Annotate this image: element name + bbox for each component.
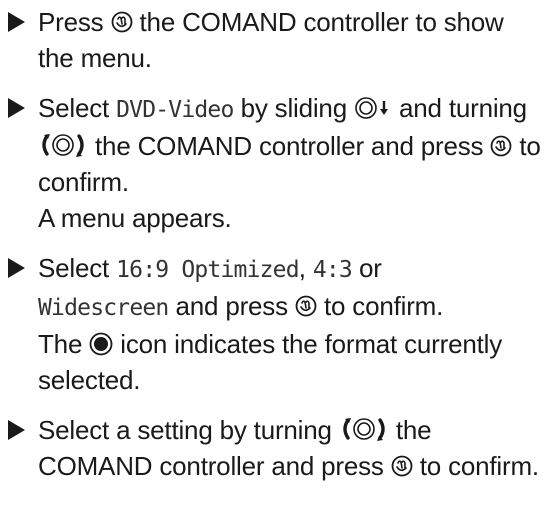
step-3-post: to confirm. (323, 291, 444, 321)
press-controller-icon (391, 454, 413, 478)
radio-selected-icon (89, 332, 113, 356)
step-4: Select a setting by turning the COMAND c… (8, 412, 541, 484)
step-1: Press the COMAND controller to show the … (8, 4, 541, 76)
press-controller-icon (111, 10, 133, 34)
step-2-mid1: by sliding (240, 93, 348, 123)
bullet-triangle-icon (8, 420, 25, 440)
press-controller-icon (295, 294, 317, 318)
step-2: Select DVD-Video by sliding and turning … (8, 90, 541, 236)
step-3-result-pre: The (38, 329, 83, 359)
step-4-pre: Select a setting by turning (38, 415, 332, 445)
step-2-mid3: the COMAND controller and press (95, 131, 484, 161)
turn-controller-icon (339, 416, 389, 442)
step-2-mid2: and turning (399, 93, 527, 123)
menu-item-16-9-optimized: 16:9 Optimized (116, 257, 299, 283)
step-3-pre: Select (38, 253, 110, 283)
step-4-post: to confirm. (419, 451, 539, 481)
step-3-mid: and press (175, 291, 289, 321)
turn-controller-icon (38, 132, 88, 158)
slide-down-controller-icon (354, 96, 392, 120)
step-2-result: A menu appears. (38, 203, 232, 233)
step-3-sep2: or (359, 253, 382, 283)
menu-item-4-3: 4:3 (312, 257, 353, 283)
step-3: Select 16:9 Optimized, 4:3 or Widescreen… (8, 250, 541, 398)
step-3-sep1: , (298, 253, 306, 283)
bullet-triangle-icon (8, 12, 25, 32)
step-2-pre: Select (38, 93, 110, 123)
menu-item-widescreen: Widescreen (38, 295, 169, 321)
instruction-page: Press the COMAND controller to show the … (0, 0, 553, 508)
step-1-pre: Press (38, 7, 104, 37)
menu-item-dvd-video: DVD-Video (116, 97, 234, 123)
bullet-triangle-icon (8, 258, 25, 278)
press-controller-icon (490, 134, 512, 158)
step-1-post: the COMAND controller to show the menu. (38, 7, 504, 73)
bullet-triangle-icon (8, 98, 25, 118)
